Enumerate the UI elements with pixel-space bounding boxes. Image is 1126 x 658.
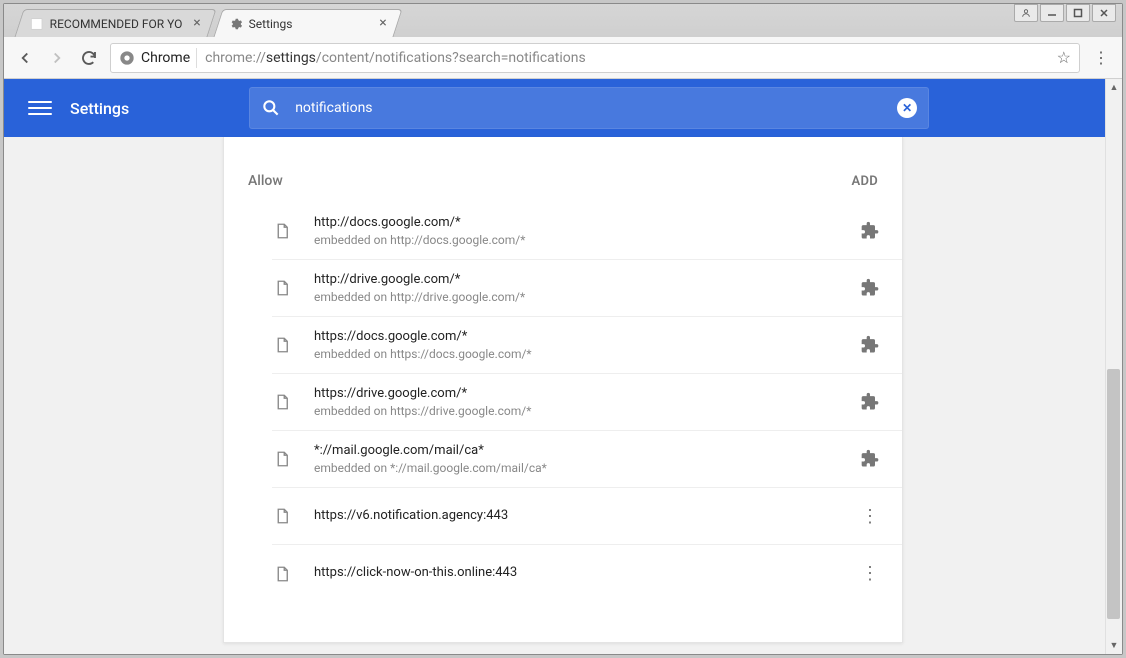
site-url: https://v6.notification.agency:443 [314, 507, 858, 525]
site-sublabel: embedded on https://drive.google.com/* [314, 403, 858, 420]
clear-search-icon[interactable]: ✕ [897, 98, 917, 118]
browser-toolbar: Chrome chrome://settings/content/notific… [4, 37, 1122, 79]
site-row: https://click-now-on-this.online:443 ⋮ [272, 545, 902, 602]
hamburger-menu-icon[interactable] [28, 96, 52, 120]
add-button[interactable]: ADD [851, 174, 878, 189]
minimize-button[interactable] [1040, 4, 1064, 22]
tab-settings[interactable]: Settings × [213, 9, 402, 37]
site-url: http://drive.google.com/* [314, 271, 858, 289]
page-icon [272, 449, 292, 469]
extension-icon[interactable] [858, 333, 882, 357]
section-title: Allow [248, 173, 283, 189]
site-url: http://docs.google.com/* [314, 214, 858, 232]
browser-menu-button[interactable]: ⋮ [1090, 48, 1112, 67]
address-bar[interactable]: Chrome chrome://settings/content/notific… [110, 43, 1080, 73]
site-sublabel: embedded on http://docs.google.com/* [314, 232, 858, 249]
site-info: https://docs.google.com/* embedded on ht… [314, 328, 858, 363]
scroll-down-icon[interactable]: ▼ [1106, 637, 1122, 654]
site-list: http://docs.google.com/* embedded on htt… [224, 203, 902, 602]
close-tab-icon[interactable]: × [191, 17, 203, 29]
site-row: https://drive.google.com/* embedded on h… [272, 374, 902, 431]
more-menu-icon[interactable]: ⋮ [858, 562, 882, 586]
window-controls [1014, 4, 1116, 22]
gear-icon [229, 17, 243, 31]
site-info: https://click-now-on-this.online:443 [314, 564, 858, 582]
settings-search[interactable]: ✕ [249, 87, 929, 129]
site-info: http://drive.google.com/* embedded on ht… [314, 271, 858, 306]
site-url: https://drive.google.com/* [314, 385, 858, 403]
content-area: Settings ✕ Allow ADD http://docs.google.… [4, 79, 1122, 654]
more-menu-icon[interactable]: ⋮ [858, 504, 882, 528]
site-row: https://docs.google.com/* embedded on ht… [272, 317, 902, 374]
site-info: https://drive.google.com/* embedded on h… [314, 385, 858, 420]
search-input[interactable] [295, 100, 897, 116]
site-row: http://drive.google.com/* embedded on ht… [272, 260, 902, 317]
scroll-thumb[interactable] [1107, 369, 1120, 619]
separator [196, 48, 197, 68]
page-icon [272, 278, 292, 298]
close-window-button[interactable] [1092, 4, 1116, 22]
section-header: Allow ADD [224, 173, 902, 203]
site-row: *://mail.google.com/mail/ca* embedded on… [272, 431, 902, 488]
tab-recommended[interactable]: RECOMMENDED FOR YO × [14, 9, 216, 37]
tab-strip: RECOMMENDED FOR YO × Settings × [4, 4, 1122, 37]
allow-panel: Allow ADD http://docs.google.com/* embed… [223, 137, 903, 643]
url-text: chrome://settings/content/notifications?… [205, 50, 1051, 66]
site-row: https://v6.notification.agency:443 ⋮ [272, 488, 902, 545]
page-icon [272, 392, 292, 412]
page-icon [272, 564, 292, 584]
settings-header: Settings ✕ [4, 79, 1122, 137]
bookmark-star-icon[interactable]: ☆ [1057, 48, 1071, 67]
page-icon [272, 221, 292, 241]
back-button[interactable] [14, 47, 36, 69]
tab-title: RECOMMENDED FOR YO [50, 17, 183, 31]
scrollbar[interactable]: ▲ ▼ [1105, 79, 1122, 654]
scroll-up-icon[interactable]: ▲ [1106, 79, 1122, 96]
page-icon [272, 506, 292, 526]
chrome-icon [119, 50, 135, 66]
page-icon [272, 335, 292, 355]
site-sublabel: embedded on https://docs.google.com/* [314, 346, 858, 363]
site-info: https://v6.notification.agency:443 [314, 507, 858, 525]
site-url: https://docs.google.com/* [314, 328, 858, 346]
extension-icon[interactable] [858, 219, 882, 243]
site-url: https://click-now-on-this.online:443 [314, 564, 858, 582]
site-row: http://docs.google.com/* embedded on htt… [272, 203, 902, 260]
extension-icon[interactable] [858, 447, 882, 471]
site-url: *://mail.google.com/mail/ca* [314, 442, 858, 460]
search-icon [261, 98, 281, 118]
browser-window: RECOMMENDED FOR YO × Settings × Chrome c… [3, 3, 1123, 655]
extension-icon[interactable] [858, 276, 882, 300]
site-sublabel: embedded on *://mail.google.com/mail/ca* [314, 460, 858, 477]
page-title: Settings [70, 99, 129, 118]
site-sublabel: embedded on http://drive.google.com/* [314, 289, 858, 306]
user-button[interactable] [1014, 4, 1038, 22]
reload-button[interactable] [78, 47, 100, 69]
close-tab-icon[interactable]: × [377, 17, 389, 29]
page-icon [30, 17, 44, 31]
maximize-button[interactable] [1066, 4, 1090, 22]
extension-icon[interactable] [858, 390, 882, 414]
site-info: http://docs.google.com/* embedded on htt… [314, 214, 858, 249]
origin-label: Chrome [141, 50, 190, 66]
site-info: *://mail.google.com/mail/ca* embedded on… [314, 442, 858, 477]
tab-title: Settings [249, 17, 293, 31]
forward-button[interactable] [46, 47, 68, 69]
